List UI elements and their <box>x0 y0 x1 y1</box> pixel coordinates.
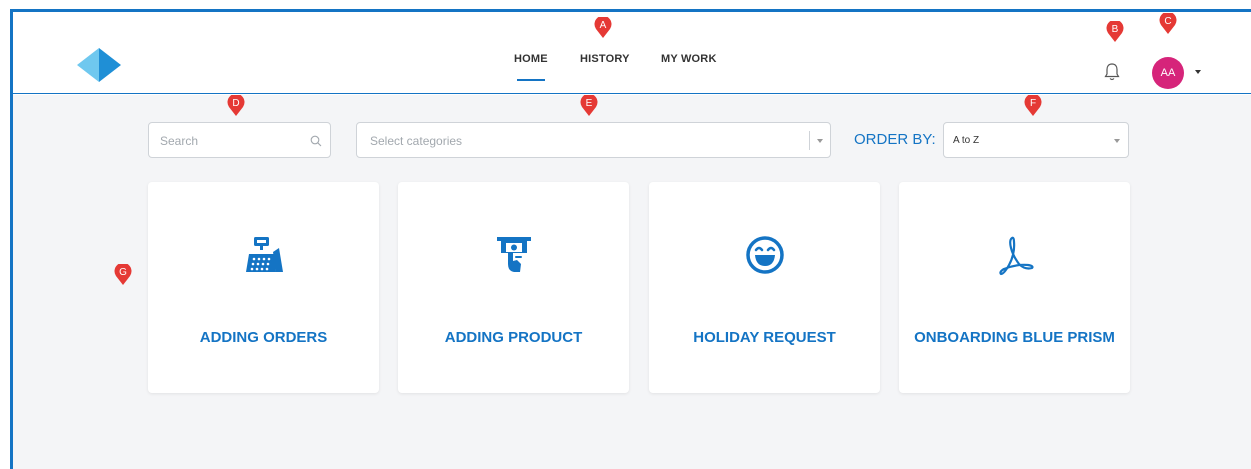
annotation-marker-g: G <box>112 264 134 286</box>
main-content: Search Select categories ORDER BY: A to … <box>13 95 1251 469</box>
order-by-select[interactable]: A to Z <box>943 122 1129 158</box>
nav-my-work[interactable]: MY WORK <box>661 53 717 65</box>
order-by-label: ORDER BY: <box>854 131 936 148</box>
process-card-holiday-request[interactable]: HOLIDAY REQUEST <box>649 182 880 393</box>
card-title: ADDING ORDERS <box>199 329 328 346</box>
avatar-initials: AA <box>1160 67 1176 79</box>
annotation-marker-a: A <box>592 17 614 39</box>
process-card-onboarding-blue-prism[interactable]: ONBOARDING BLUE PRISM <box>899 182 1130 393</box>
search-input[interactable]: Search <box>148 122 331 158</box>
avatar[interactable]: AA <box>1152 57 1184 89</box>
main-nav: HOME HISTORY MY WORK <box>13 53 1251 83</box>
process-card-adding-orders[interactable]: ADDING ORDERS <box>148 182 379 393</box>
card-title: ADDING PRODUCT <box>444 329 583 346</box>
chevron-down-icon[interactable] <box>1114 139 1120 143</box>
search-placeholder: Search <box>160 134 199 148</box>
annotation-marker-e: E <box>578 95 600 117</box>
card-title: ONBOARDING BLUE PRISM <box>914 329 1115 346</box>
atm-money-icon <box>497 237 531 272</box>
process-card-adding-product[interactable]: ADDING PRODUCT <box>398 182 629 393</box>
nav-home[interactable]: HOME <box>514 53 548 65</box>
chevron-down-icon[interactable] <box>817 139 823 143</box>
search-icon <box>310 135 322 147</box>
nav-history[interactable]: HISTORY <box>580 53 630 65</box>
annotation-marker-f: F <box>1022 95 1044 117</box>
top-bar: HOME HISTORY MY WORK AA <box>13 12 1251 94</box>
smiley-icon <box>746 236 784 274</box>
chevron-down-icon[interactable] <box>1195 70 1201 74</box>
annotation-marker-c: C <box>1157 13 1179 35</box>
annotation-marker-d: D <box>225 95 247 117</box>
pdf-icon <box>999 236 1034 276</box>
categories-select[interactable]: Select categories <box>356 122 831 158</box>
app-window: HOME HISTORY MY WORK AA Search Select ca… <box>0 0 1251 469</box>
annotation-marker-b: B <box>1104 21 1126 43</box>
bell-icon[interactable] <box>1103 62 1121 82</box>
select-divider <box>809 131 810 150</box>
order-by-value: A to Z <box>953 135 980 146</box>
categories-placeholder: Select categories <box>370 134 463 148</box>
card-title: HOLIDAY REQUEST <box>693 329 836 346</box>
active-tab-indicator <box>517 79 545 81</box>
cash-register-icon <box>246 237 283 272</box>
